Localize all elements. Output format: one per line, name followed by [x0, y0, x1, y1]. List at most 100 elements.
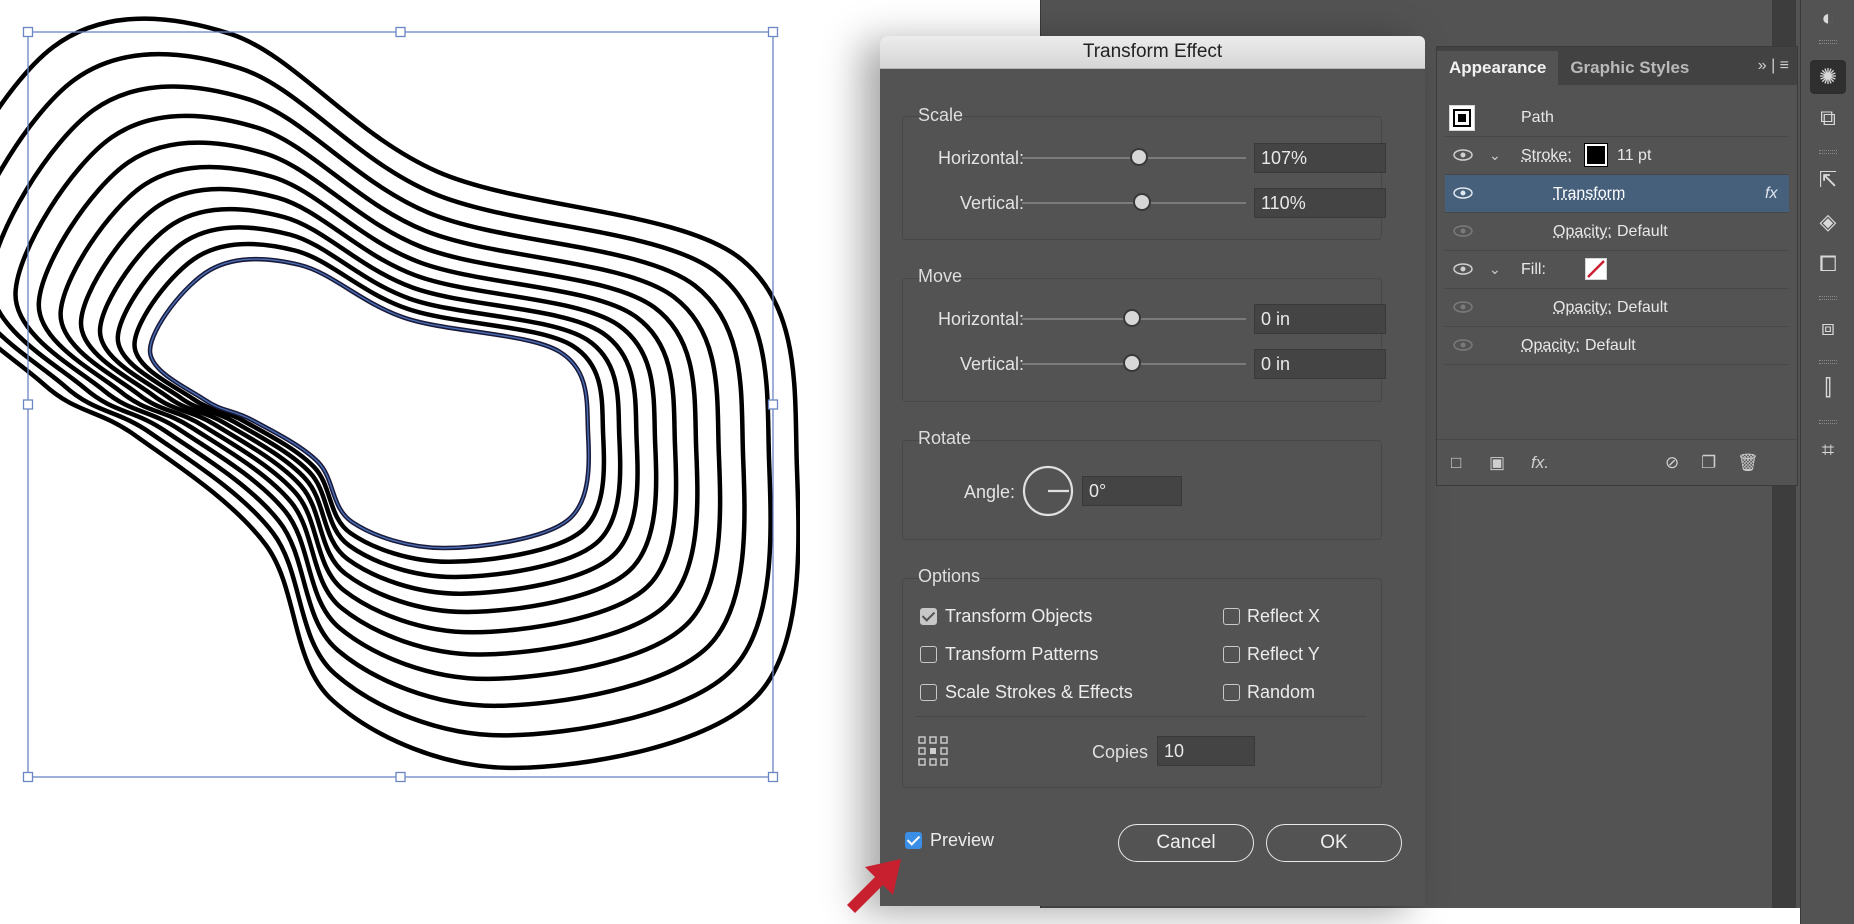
selection-handle[interactable]	[395, 26, 406, 38]
move-vertical-input[interactable]: 0 in	[1254, 349, 1386, 379]
selection-handle[interactable]	[22, 399, 34, 410]
screen: Transform Effect Scale Horizontal: 107% …	[0, 0, 1854, 924]
options-divider	[916, 716, 1366, 717]
panel-menu-icon[interactable]: » | ≡	[1758, 57, 1789, 75]
stroke-weight: 11 pt	[1617, 147, 1652, 164]
move-horizontal-input[interactable]: 0 in	[1254, 304, 1386, 334]
scale-vertical-label: Vertical:	[959, 193, 1024, 213]
tab-graphic-styles[interactable]: Graphic Styles	[1558, 51, 1701, 85]
visibility-eye-icon[interactable]	[1453, 187, 1473, 199]
blob-path[interactable]	[13, 113, 723, 682]
panel-tab-bar: Appearance Graphic Styles » | ≡	[1437, 47, 1797, 85]
selection-handle[interactable]	[395, 771, 406, 783]
angle-dial-icon[interactable]	[1021, 464, 1075, 518]
selection-handle[interactable]	[22, 26, 34, 38]
transform-objects-checkbox[interactable]	[920, 608, 937, 625]
duplicate-item-icon[interactable]: ❐	[1701, 453, 1716, 473]
reflect-x-checkbox[interactable]	[1223, 608, 1240, 625]
transform-patterns-checkbox[interactable]	[920, 646, 937, 663]
visibility-eye-icon[interactable]	[1453, 263, 1473, 275]
scale-vertical-slider-knob[interactable]	[1133, 193, 1151, 211]
scale-strokes-checkbox[interactable]	[920, 684, 937, 701]
path-thumbnail-icon	[1449, 105, 1475, 131]
layers-icon[interactable]: ◈	[1814, 208, 1842, 236]
align-icon[interactable]: ⫿	[1814, 374, 1842, 402]
delete-item-icon[interactable]: 🗑	[1737, 453, 1759, 473]
appearance-row-object-opacity[interactable]: Opacity: Default	[1445, 327, 1789, 365]
stroke-color-swatch[interactable]	[1584, 143, 1608, 167]
dock-grip[interactable]	[1819, 296, 1837, 300]
appearance-panel-footer: □ ▣ fx. ⊘ ❐ 🗑	[1437, 439, 1797, 485]
scale-vertical-input[interactable]: 110%	[1254, 188, 1386, 218]
right-panel-dock: ◐ ✺ ⧉ ⇱ ◈ ⧠ ⧈ ⫿ ⌗	[1800, 0, 1854, 924]
color-guide-icon[interactable]: ◐	[1814, 4, 1842, 32]
stroke-label[interactable]: Stroke:	[1521, 147, 1572, 165]
appearance-panel-icon[interactable]: ✺	[1810, 60, 1846, 94]
reflect-y-label: Reflect Y	[1247, 644, 1320, 664]
dock-grip[interactable]	[1819, 420, 1837, 424]
transform-patterns-label: Transform Patterns	[945, 644, 1099, 664]
fill-opacity-value: Default	[1617, 299, 1668, 316]
pathfinder-icon[interactable]: ⧈	[1814, 314, 1842, 342]
selection-handle[interactable]	[22, 771, 34, 783]
transform-effect-link[interactable]: Transform	[1553, 185, 1625, 203]
scale-horizontal-input[interactable]: 107%	[1254, 143, 1386, 173]
dock-grip[interactable]	[1819, 360, 1837, 364]
cancel-button[interactable]: Cancel	[1118, 824, 1254, 862]
ok-button[interactable]: OK	[1266, 824, 1402, 862]
artwork-canvas[interactable]	[0, 0, 800, 924]
selection-handle[interactable]	[767, 26, 779, 38]
reference-point-icon[interactable]	[918, 736, 948, 766]
clear-appearance-icon[interactable]: ⊘	[1665, 453, 1679, 473]
export-icon[interactable]: ⇱	[1814, 166, 1842, 194]
artboards-icon[interactable]: ⧠	[1814, 250, 1842, 278]
appearance-panel: Appearance Graphic Styles » | ≡ Path ⌄ S…	[1436, 46, 1798, 486]
appearance-row-stroke-opacity[interactable]: Opacity: Default	[1445, 213, 1789, 251]
appearance-row-stroke[interactable]: ⌄ Stroke: 11 pt	[1445, 137, 1789, 175]
stroke-chevron-down-icon[interactable]: ⌄	[1489, 147, 1501, 164]
add-new-stroke-icon[interactable]: □	[1451, 453, 1461, 473]
transform-panel-icon[interactable]: ⧉	[1814, 104, 1842, 132]
selection-handle[interactable]	[767, 399, 779, 410]
scale-horizontal-slider-knob[interactable]	[1130, 148, 1148, 166]
reflect-y-checkbox[interactable]	[1223, 646, 1240, 663]
blob-path[interactable]	[58, 164, 679, 635]
appearance-row-fill[interactable]: ⌄ Fill:	[1445, 251, 1789, 289]
scale-group	[902, 116, 1382, 240]
dialog-title[interactable]: Transform Effect	[880, 36, 1425, 69]
fill-opacity-label[interactable]: Opacity:	[1553, 299, 1612, 317]
object-opacity-label[interactable]: Opacity:	[1521, 337, 1580, 355]
fill-chevron-down-icon[interactable]: ⌄	[1489, 261, 1501, 278]
fill-label: Fill:	[1521, 261, 1546, 278]
visibility-eye-icon[interactable]	[1453, 339, 1473, 351]
add-new-fill-icon[interactable]: ▣	[1489, 453, 1505, 473]
blob-path[interactable]	[36, 140, 700, 657]
scale-group-title: Scale	[918, 105, 964, 125]
crop-icon[interactable]: ⌗	[1814, 436, 1842, 464]
selection-handle[interactable]	[767, 771, 779, 783]
appearance-row-transform[interactable]: Transform fx	[1445, 175, 1789, 213]
move-vertical-slider-knob[interactable]	[1123, 354, 1141, 372]
dock-grip[interactable]	[1819, 40, 1837, 44]
options-group-title: Options	[918, 566, 981, 586]
transform-objects-label: Transform Objects	[945, 606, 1093, 626]
add-new-effect-icon[interactable]: fx.	[1531, 453, 1549, 473]
visibility-eye-icon[interactable]	[1453, 301, 1473, 313]
preview-checkbox[interactable]	[905, 832, 922, 849]
appearance-row-fill-opacity[interactable]: Opacity: Default	[1445, 289, 1789, 327]
visibility-eye-icon[interactable]	[1453, 225, 1473, 237]
fill-none-swatch[interactable]	[1585, 258, 1607, 280]
move-group	[902, 278, 1382, 402]
visibility-eye-icon[interactable]	[1453, 149, 1473, 161]
move-horizontal-slider-knob[interactable]	[1123, 309, 1141, 327]
tab-appearance[interactable]: Appearance	[1437, 51, 1559, 85]
concentric-blob-paths[interactable]	[0, 16, 800, 771]
dock-grip[interactable]	[1819, 150, 1837, 154]
blob-path[interactable]	[132, 241, 607, 565]
rotate-angle-input[interactable]: 0°	[1082, 476, 1182, 506]
scale-strokes-label: Scale Strokes & Effects	[945, 682, 1133, 702]
copies-input[interactable]: 10	[1157, 736, 1255, 766]
appearance-row-path[interactable]: Path	[1445, 99, 1789, 137]
stroke-opacity-label[interactable]: Opacity:	[1553, 223, 1612, 241]
random-checkbox[interactable]	[1223, 684, 1240, 701]
